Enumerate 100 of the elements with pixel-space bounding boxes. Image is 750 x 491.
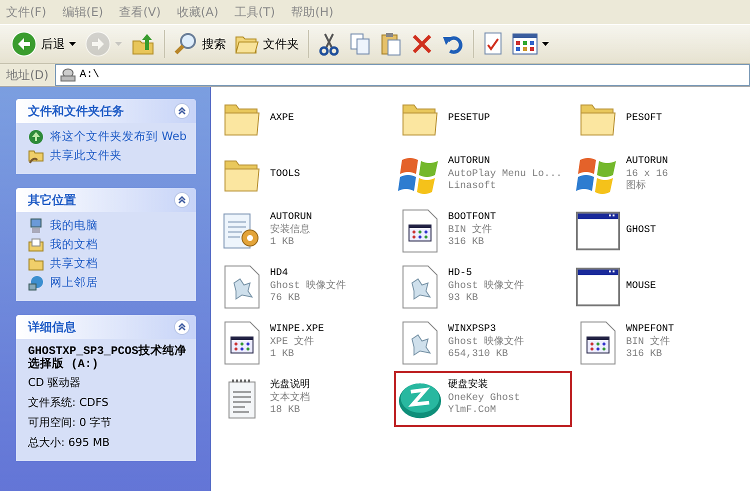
drive-icon xyxy=(60,68,76,82)
panel-header[interactable]: 文件和文件夹任务 xyxy=(16,99,196,123)
back-button[interactable]: 后退 xyxy=(8,29,79,59)
file-item[interactable]: PESOFT xyxy=(572,91,750,147)
file-detail: 文本文档 xyxy=(270,392,310,405)
folder-icon xyxy=(28,256,44,272)
system-file-icon xyxy=(580,321,616,365)
file-item[interactable]: WINPE.XPE XPE 文件 1 KB xyxy=(216,315,394,371)
image-file-icon xyxy=(402,321,438,365)
file-item[interactable]: HD-5 Ghost 映像文件 93 KB xyxy=(394,259,572,315)
file-detail: BIN 文件 xyxy=(448,224,494,237)
file-item[interactable]: PESETUP xyxy=(394,91,572,147)
collapse-icon[interactable] xyxy=(174,192,190,208)
file-item[interactable]: 硬盘安装 OneKey Ghost YlmF.CoM xyxy=(394,371,572,427)
image-file-icon xyxy=(224,265,260,309)
file-detail: 图标 xyxy=(626,181,647,194)
task-link[interactable]: 共享此文件夹 xyxy=(28,148,188,164)
computer-icon xyxy=(28,218,44,234)
file-name: 硬盘安装 xyxy=(448,380,489,393)
file-detail: 安装信息 xyxy=(270,224,311,237)
drive-detail: 文件系统: CDFS xyxy=(28,395,110,411)
notepad-icon xyxy=(227,378,257,420)
file-name: PESOFT xyxy=(626,112,662,126)
system-file-icon xyxy=(224,321,260,365)
file-item[interactable]: HD4 Ghost 映像文件 76 KB xyxy=(216,259,394,315)
task-link[interactable]: 我的文档 xyxy=(28,237,188,253)
panel-header[interactable]: 详细信息 xyxy=(16,315,196,339)
task-link[interactable]: 网上邻居 xyxy=(28,275,188,291)
file-item[interactable]: GHOST xyxy=(572,203,750,259)
shared-folder-icon xyxy=(28,148,44,164)
file-item[interactable]: WNPEFONT BIN 文件 316 KB xyxy=(572,315,750,371)
file-name: 光盘说明 xyxy=(270,380,310,392)
drive-detail: 可用空间: 0 字节 xyxy=(28,415,113,431)
file-name: WINXPSP3 xyxy=(448,324,498,336)
file-detail: BIN 文件 xyxy=(626,336,672,349)
clipboard-icon xyxy=(380,32,402,56)
drive-name: GHOSTXP_SP3_PCOS技术纯净选择版 (A:) xyxy=(28,345,188,371)
search-icon xyxy=(174,32,198,56)
application-window-icon xyxy=(576,266,620,308)
file-item[interactable]: AXPE xyxy=(216,91,394,147)
file-detail: 316 KB xyxy=(626,349,664,362)
file-item[interactable]: MOUSE xyxy=(572,259,750,315)
view-grid-icon xyxy=(512,33,538,55)
file-name: HD-5 xyxy=(448,268,474,280)
file-detail: 18 KB xyxy=(270,405,302,418)
file-detail: Ghost 映像文件 xyxy=(448,336,524,349)
documents-folder-icon xyxy=(28,237,44,253)
scissors-icon xyxy=(318,32,340,56)
file-detail: XPE 文件 xyxy=(270,336,316,349)
file-detail: OneKey Ghost xyxy=(448,392,520,404)
file-item[interactable]: AUTORUN 安装信息 1 KB xyxy=(216,203,394,259)
system-file-icon xyxy=(402,209,438,253)
folder-up-icon xyxy=(131,32,155,56)
document-check-icon xyxy=(483,32,503,56)
file-detail: Linasoft xyxy=(448,181,498,194)
file-name: AXPE xyxy=(270,112,294,126)
file-item[interactable]: AUTORUN AutoPlay Menu Lo... Linasoft xyxy=(394,147,572,203)
file-name: HD4 xyxy=(270,268,290,280)
delete-icon xyxy=(411,33,433,55)
file-name: GHOST xyxy=(626,224,656,238)
file-detail: 1 KB xyxy=(270,349,296,362)
address-field[interactable]: A:\ xyxy=(54,64,750,86)
drive-detail: CD 驱动器 xyxy=(28,375,82,391)
file-detail: 76 KB xyxy=(270,293,302,306)
file-name: AUTORUN xyxy=(270,212,312,224)
panel-header[interactable]: 其它位置 xyxy=(16,188,196,212)
file-detail: 1 KB xyxy=(270,237,296,250)
file-name: WNPEFONT xyxy=(626,324,674,336)
network-globe-icon xyxy=(28,275,44,291)
file-name: PESETUP xyxy=(448,112,490,126)
task-link[interactable]: 我的电脑 xyxy=(28,218,188,234)
file-name: AUTORUN xyxy=(448,156,492,168)
collapse-icon[interactable] xyxy=(174,103,190,119)
file-item[interactable]: WINXPSP3 Ghost 映像文件 654,310 KB xyxy=(394,315,572,371)
file-item[interactable]: BOOTFONT BIN 文件 316 KB xyxy=(394,203,572,259)
file-detail: Ghost 映像文件 xyxy=(270,280,346,293)
copy-icon xyxy=(349,32,371,56)
file-detail: 93 KB xyxy=(448,293,480,306)
file-detail: 316 KB xyxy=(448,237,486,250)
search-button[interactable]: 搜索 xyxy=(171,30,229,58)
file-item[interactable]: 光盘说明 文本文档 18 KB xyxy=(216,371,394,427)
address-label: 地址(D) xyxy=(6,66,49,84)
collapse-icon[interactable] xyxy=(174,319,190,335)
file-detail: 16 x 16 xyxy=(626,168,668,180)
file-name: AUTORUN xyxy=(626,156,668,169)
file-item[interactable]: TOOLS xyxy=(216,147,394,203)
file-detail: YlmF.CoM xyxy=(448,405,498,418)
drive-detail: 总大小: 695 MB xyxy=(28,435,111,451)
file-detail: AutoPlay Menu Lo... xyxy=(448,168,562,180)
file-item[interactable]: AUTORUN 16 x 16 图标 xyxy=(572,147,750,203)
file-detail: 654,310 KB xyxy=(448,349,510,362)
file-name: BOOTFONT xyxy=(448,212,496,224)
task-link[interactable]: 将这个文件夹发布到 Web xyxy=(28,129,188,145)
file-name: TOOLS xyxy=(270,168,300,182)
file-name: WINPE.XPE xyxy=(270,324,324,336)
image-file-icon xyxy=(402,265,438,309)
folders-button[interactable]: 文件夹 xyxy=(232,31,302,57)
file-detail: Ghost 映像文件 xyxy=(448,280,524,293)
task-link[interactable]: 共享文档 xyxy=(28,256,188,272)
application-window-icon xyxy=(576,210,620,252)
